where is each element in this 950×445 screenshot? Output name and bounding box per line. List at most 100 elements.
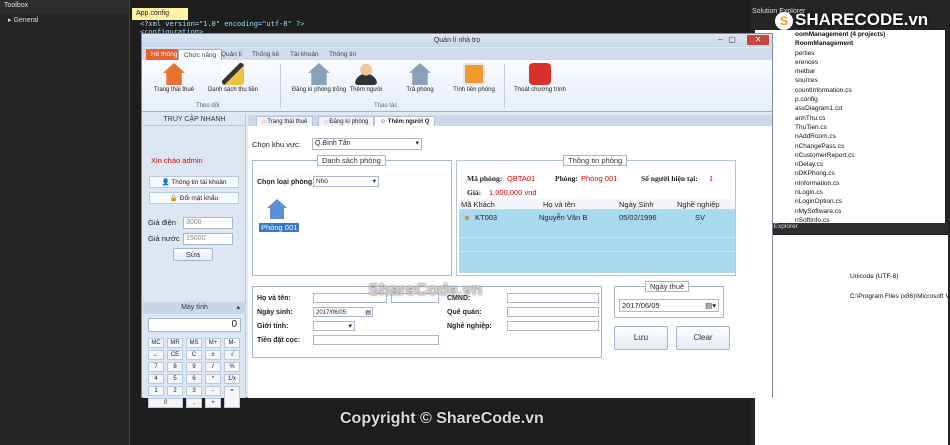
- calc-key[interactable]: 5: [167, 374, 183, 384]
- room-item[interactable]: Phòng 001: [259, 223, 300, 232]
- water-price-input[interactable]: 15000: [183, 233, 233, 245]
- tab-quan-li[interactable]: Quản lí: [216, 49, 247, 60]
- ribbon: Trang thái thuê Danh sách thu tiền Đăng …: [142, 60, 772, 112]
- solution-item[interactable]: nLogin.cs: [755, 188, 945, 197]
- solution-item[interactable]: erences: [755, 58, 945, 67]
- room-house-icon[interactable]: [267, 199, 287, 219]
- calc-key[interactable]: ±: [205, 350, 221, 360]
- dob-picker[interactable]: 2017/06/05 ▤: [313, 307, 373, 317]
- solution-item[interactable]: sources: [755, 76, 945, 85]
- solution-item[interactable]: perties: [755, 49, 945, 58]
- calculator-header[interactable]: Máy tính ▴: [143, 302, 246, 314]
- solution-item[interactable]: anhThu.cs: [755, 114, 945, 123]
- solution-item[interactable]: assDiagram1.cd: [755, 104, 945, 113]
- tab-thong-ke[interactable]: Thống kê: [247, 49, 284, 60]
- calc-key[interactable]: +: [205, 398, 221, 408]
- electric-price-label: Giá điện: [148, 218, 176, 227]
- exit-button[interactable]: Thoát chương trình: [512, 63, 568, 93]
- doc-tab-register[interactable]: ⌂ Đăng kí phòng: [318, 116, 375, 126]
- rooms-group: Danh sách phòng Chọn loại phòng: Nhỏ ▾ Ph…: [252, 155, 452, 276]
- rent-date-picker[interactable]: 2017/06/05 ▤▾: [619, 299, 719, 312]
- calc-key[interactable]: MR: [167, 338, 183, 348]
- account-info-button[interactable]: 👤 Thông tin tài khoản: [149, 176, 239, 188]
- doc-tab-app-config[interactable]: App.config: [132, 8, 188, 20]
- calc-key[interactable]: 1/x: [224, 374, 240, 384]
- edit-price-button[interactable]: Sửa: [173, 248, 213, 261]
- name-label: Họ và tên:: [257, 295, 291, 302]
- id-input[interactable]: [507, 293, 599, 303]
- table-row[interactable]: ☻ KT003 Nguyễn Văn B 05/02/1996 SV: [459, 211, 735, 224]
- doc-tab-add-person[interactable]: ☺ Thêm người Q: [374, 116, 436, 126]
- close-icon[interactable]: ✕: [747, 35, 769, 45]
- deposit-input[interactable]: [313, 335, 439, 345]
- calc-rent-button[interactable]: Tính tiền phòng: [450, 63, 498, 93]
- calc-key[interactable]: ,: [186, 398, 202, 408]
- room-type-label: Chọn loại phòng:: [257, 179, 315, 186]
- customers-grid[interactable]: Mã Khách Họ và tên Ngày Sinh Nghề nghiệp…: [459, 199, 735, 273]
- hometown-input[interactable]: [507, 307, 599, 317]
- calc-key[interactable]: M-: [224, 338, 240, 348]
- calc-key[interactable]: /: [205, 362, 221, 372]
- calc-key[interactable]: √: [224, 350, 240, 360]
- room-info-group: Thông tin phòng Mã phòng: QBTA01 Phòng: …: [456, 155, 736, 276]
- payment-list-button[interactable]: Danh sách thu tiền: [204, 63, 262, 93]
- solution-item[interactable]: p.config: [755, 95, 945, 104]
- clear-button[interactable]: Clear: [676, 326, 730, 350]
- tab-he-thong[interactable]: Hệ thống: [146, 49, 183, 60]
- doc-tab-rent-status[interactable]: ⌂ Trang thái thuê: [256, 116, 314, 126]
- toolbox-title: Toolbox: [0, 0, 129, 14]
- solution-item[interactable]: metbar: [755, 67, 945, 76]
- solution-item[interactable]: nAddRoom.cs: [755, 132, 945, 141]
- calc-key[interactable]: 2: [167, 386, 183, 396]
- area-select[interactable]: Q.Bình Tân ▾: [312, 138, 422, 150]
- calc-key[interactable]: 7: [148, 362, 164, 372]
- calc-key[interactable]: %: [224, 362, 240, 372]
- calc-key[interactable]: 9: [186, 362, 202, 372]
- save-button[interactable]: Lưu: [614, 326, 668, 350]
- solution-item[interactable]: nMySoftware.cs: [755, 207, 945, 216]
- grid-header: Mã Khách Họ và tên Ngày Sinh Nghề nghiệp: [459, 199, 735, 210]
- electric-price-input[interactable]: 3000: [183, 217, 233, 229]
- solution-item[interactable]: RoomManagement: [755, 39, 945, 48]
- calc-key[interactable]: MS: [186, 338, 202, 348]
- solution-item[interactable]: ThuTien.cs: [755, 123, 945, 132]
- gender-select[interactable]: ▾: [313, 321, 355, 331]
- rent-status-button[interactable]: Trang thái thuê: [150, 63, 198, 93]
- power-icon: [529, 63, 551, 85]
- minimize-maximize-icons[interactable]: –▢: [718, 35, 742, 44]
- add-person-button[interactable]: Thêm người: [346, 63, 386, 93]
- solution-tree[interactable]: oomManagement (4 projects) RoomManagement…: [755, 30, 945, 225]
- calc-key[interactable]: 8: [167, 362, 183, 372]
- calc-key[interactable]: 3: [186, 386, 202, 396]
- calc-key[interactable]: MC: [148, 338, 164, 348]
- solution-item[interactable]: nInformation.cs: [755, 179, 945, 188]
- checkout-button[interactable]: Trả phòng: [400, 63, 440, 93]
- solution-item[interactable]: nDelay.cs: [755, 160, 945, 169]
- calc-key[interactable]: *: [205, 374, 221, 384]
- calc-key[interactable]: ←: [148, 350, 164, 360]
- solution-item[interactable]: nDKPhong.cs: [755, 169, 945, 178]
- calc-key[interactable]: 1: [148, 386, 164, 396]
- calc-key[interactable]: 4: [148, 374, 164, 384]
- job-input[interactable]: [507, 321, 599, 331]
- tab-thong-tin[interactable]: Thông tin: [324, 49, 361, 60]
- solution-item[interactable]: nCustomerReport.cs: [755, 151, 945, 160]
- calc-key[interactable]: C: [186, 350, 202, 360]
- team-explorer-tab[interactable]: Team Explorer: [752, 223, 948, 233]
- solution-item[interactable]: oomManagement (4 projects): [755, 30, 945, 39]
- change-password-button[interactable]: 🔒 Đổi mật khẩu: [149, 192, 239, 204]
- tab-tai-khoan[interactable]: Tài khoản: [285, 49, 324, 60]
- toolbox-general[interactable]: ▸ General: [0, 14, 129, 26]
- calc-key[interactable]: CE: [167, 350, 183, 360]
- calc-key[interactable]: =: [224, 386, 240, 408]
- solution-item[interactable]: nLoginOption.cs: [755, 197, 945, 206]
- solution-item[interactable]: countInformation.cs: [755, 86, 945, 95]
- calc-key[interactable]: M+: [205, 338, 221, 348]
- room-type-select[interactable]: Nhỏ ▾: [313, 176, 379, 187]
- calc-key[interactable]: 6: [186, 374, 202, 384]
- lock-icon: 🔒: [169, 195, 180, 202]
- solution-item[interactable]: nChangePass.cs: [755, 142, 945, 151]
- calc-key[interactable]: 0: [148, 398, 183, 408]
- register-room-button[interactable]: Đăng kí phòng trống: [288, 63, 350, 93]
- calc-key[interactable]: -: [205, 386, 221, 396]
